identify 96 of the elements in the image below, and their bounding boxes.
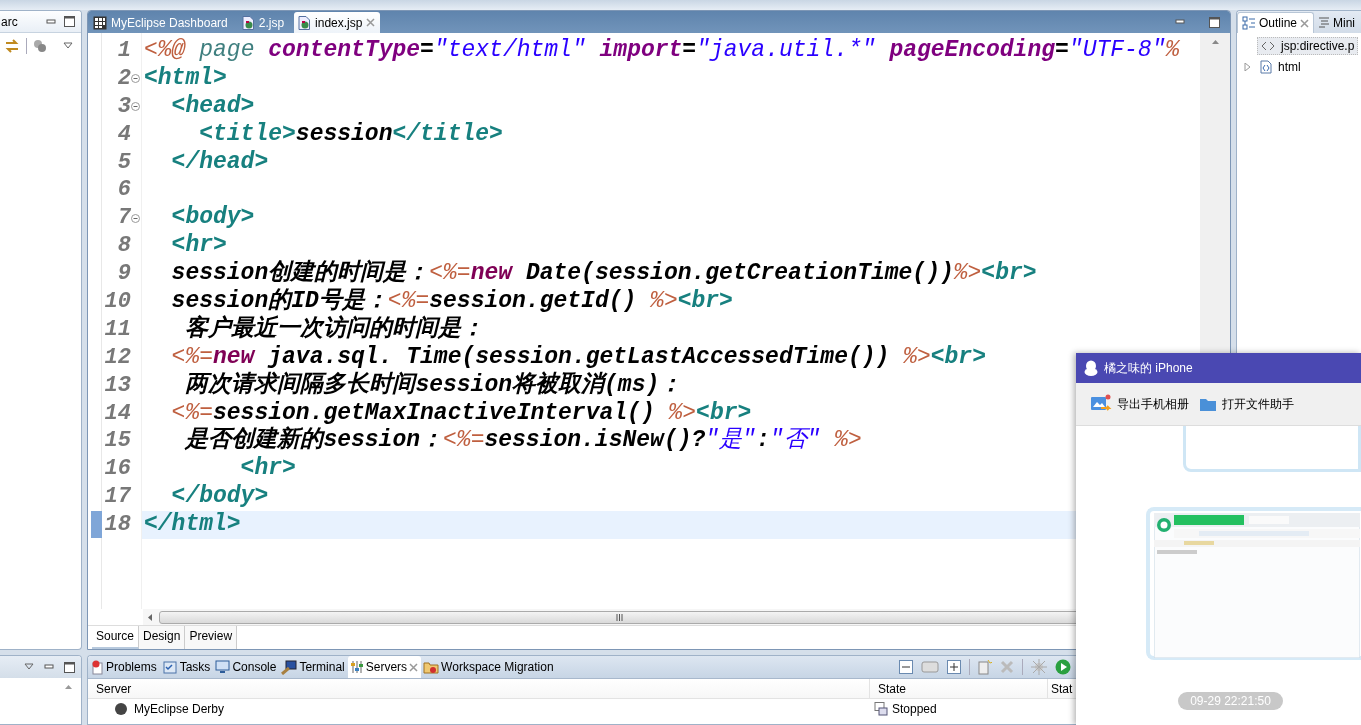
code-line: <title>session</title> [198,120,503,147]
line-number: 10 [104,288,131,316]
column-header[interactable]: State [870,678,1048,699]
code-line: <head> [170,92,255,119]
line-number: 5 [117,148,131,177]
close-icon[interactable] [366,18,376,27]
play-icon[interactable] [1055,659,1071,675]
view-tab[interactable]: Workspace Migration [421,656,557,678]
code-line: <hr> [170,232,227,259]
collapse-icon[interactable] [899,660,913,674]
line-number: 9 [117,260,131,289]
maximize-icon[interactable] [1209,16,1220,28]
line-number: 14 [104,399,131,428]
outline-tab[interactable]: Mini [1314,12,1360,33]
line-number: 4 [117,120,131,149]
outline-item[interactable]: html [1257,58,1304,75]
outline-icon [1242,16,1256,30]
line-number: 3 [117,92,131,121]
code-line: <%=session.getMaxInactiveInterval() %><br> [170,399,752,426]
minimize-icon[interactable] [1175,17,1185,27]
collapsed-arrow-icon[interactable] [1243,62,1251,71]
expand-icon[interactable] [947,660,961,674]
line-number: 18 [104,511,131,540]
code-line: 是否创建新的session：<%=session.isNew()?"是":"否" %> [183,427,862,454]
code-line: <%@ page contentType="text/html" import="java.util.*" pageEncoding="UTF-8"% [144,37,1180,63]
clipboard-icon [161,660,178,674]
code-line: </body> [170,483,269,510]
code-line: <%=new java.sql. Time(session.getLastAccessedTime()) %><br> [170,343,986,370]
column-header[interactable]: Stat [1048,678,1073,699]
column-header[interactable]: Server [88,678,870,699]
action-button[interactable]: 打开文件助手 [1199,395,1294,413]
dropdown-icon[interactable] [63,42,73,50]
lines-icon [1318,15,1331,30]
outline-tab[interactable]: Outline [1237,12,1315,33]
maximize-icon[interactable] [64,16,75,27]
line-number: 6 [117,176,131,205]
line-number: 12 [104,343,131,372]
view-tab[interactable]: Console [213,656,280,678]
dropdown-icon[interactable] [24,663,34,671]
code-line: session创建的时间是：<%=new Date(session.getCreationTime())%><br> [170,260,1037,287]
line-number: 16 [104,455,131,484]
close-icon[interactable] [409,662,419,672]
line-number: 1 [117,37,131,65]
scroll-up-icon[interactable] [64,684,73,690]
code-line: <html> [144,64,227,91]
grid-icon [93,15,107,30]
folder-icon [1199,396,1217,412]
line-number: 8 [117,232,131,261]
code-line: 客户最近一次访问的时间是： [184,315,485,342]
tag-file-icon [1260,59,1272,74]
scroll-left-icon[interactable] [147,612,153,622]
window-title: 橘之味的 iPhone [1104,359,1193,377]
view-tab[interactable]: Problems [88,656,160,678]
penguin-icon [1084,360,1098,376]
view-tab[interactable]: Terminal [279,656,348,678]
terminal-icon [281,659,298,675]
table-cell: MyEclipse Derby [134,702,225,716]
sliders-icon [349,660,364,674]
minimize-icon[interactable] [46,16,56,27]
code-line: <hr> [239,455,296,482]
view-mode-tab[interactable]: Source [92,626,140,649]
maximize-icon[interactable] [64,661,75,673]
line-number: 13 [104,371,131,400]
view-mode-tab[interactable]: Preview [185,626,238,649]
angle-brackets-icon [1261,39,1275,52]
table-cell: Stopped [892,702,937,716]
action-button[interactable]: 导出手机相册 [1090,394,1189,414]
line-number: 15 [104,427,131,456]
grip-icon [616,613,623,621]
line-number: 11 [104,315,131,344]
file-icon [240,15,255,30]
view-mode-tab[interactable]: Design [139,626,186,649]
minimize-icon[interactable] [44,662,54,672]
fold-icon[interactable] [131,213,140,223]
monitor-icon [215,660,231,674]
editor-tab[interactable]: index.jsp [294,12,381,33]
link-arrows-icon[interactable] [4,38,20,54]
code-line: 两次请求间隔多长时间session将被取消(ms)： [184,371,683,398]
code-line: <body> [170,204,255,231]
folder-icon [423,660,440,674]
code-line: </html> [144,511,241,538]
outline-item[interactable]: jsp:directive.p [1257,36,1359,55]
view-tab[interactable]: arc [1,14,18,29]
code-line: </head> [170,148,269,175]
view-tab[interactable]: Tasks [159,656,214,678]
code-line: session的ID号是：<%=session.getId() %><br> [170,288,733,314]
stopped-icon [874,702,888,716]
file-icon [297,15,312,30]
view-tab[interactable]: Servers [347,656,422,678]
close-icon[interactable] [1300,18,1310,28]
fold-icon[interactable] [131,74,140,84]
line-number: 7 [117,204,131,233]
line-number: 2 [117,64,131,93]
line-number: 17 [104,483,131,512]
fold-icon[interactable] [131,102,140,112]
scroll-up-icon[interactable] [1210,39,1220,45]
